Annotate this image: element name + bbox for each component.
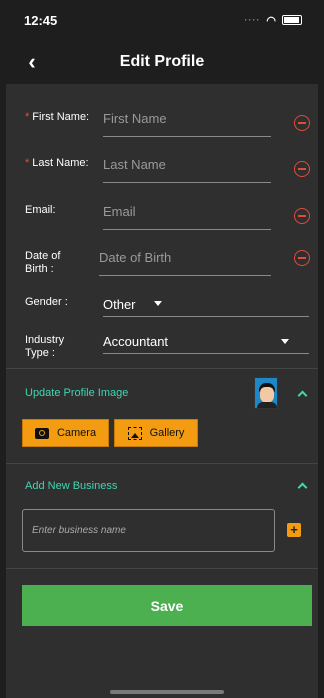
- back-button[interactable]: ‹: [18, 48, 46, 76]
- status-bar: 12:45 ···· ◠: [6, 0, 318, 40]
- status-time: 12:45: [24, 12, 58, 28]
- remove-first-name-icon[interactable]: [294, 115, 310, 131]
- chevron-down-icon: [154, 301, 162, 306]
- gallery-icon: [127, 426, 142, 440]
- divider: [6, 368, 318, 369]
- save-button[interactable]: Save: [22, 585, 312, 626]
- divider: [6, 463, 318, 464]
- battery-icon: [282, 15, 302, 25]
- camera-icon: [34, 427, 49, 439]
- page-title: Edit Profile: [119, 53, 205, 70]
- gender-label: Gender :: [25, 296, 68, 308]
- chevron-left-icon: ‹: [28, 49, 36, 74]
- divider: [6, 568, 318, 569]
- app-screen: 12:45 ···· ◠ ‹ Edit Profile * First Name:…: [0, 0, 324, 698]
- avatar: [254, 377, 278, 409]
- first-name-label: * First Name:: [25, 111, 90, 123]
- last-name-input[interactable]: Last Name: [103, 157, 271, 183]
- business-name-input[interactable]: Enter business name: [22, 509, 275, 552]
- add-business-icon[interactable]: +: [287, 523, 301, 537]
- email-input[interactable]: Email: [103, 204, 271, 230]
- last-name-label: * Last Name:: [25, 157, 89, 169]
- industry-select[interactable]: Accountant: [103, 334, 309, 354]
- gender-select[interactable]: Other: [103, 297, 309, 317]
- remove-email-icon[interactable]: [294, 208, 310, 224]
- remove-last-name-icon[interactable]: [294, 161, 310, 177]
- gallery-button[interactable]: Gallery: [114, 419, 198, 447]
- business-section-header[interactable]: Add New Business: [6, 468, 318, 504]
- remove-dob-icon[interactable]: [294, 250, 310, 266]
- home-indicator[interactable]: [110, 690, 224, 694]
- first-name-input[interactable]: First Name: [103, 111, 271, 137]
- required-mark: *: [25, 111, 30, 123]
- dob-input[interactable]: Date of Birth: [99, 250, 271, 276]
- status-icons: ···· ◠: [244, 14, 302, 27]
- camera-button[interactable]: Camera: [22, 419, 109, 447]
- wifi-icon: ◠: [266, 14, 276, 27]
- industry-label: Industry Type :: [25, 334, 65, 359]
- required-mark: *: [25, 157, 30, 169]
- nav-bar: ‹ Edit Profile: [6, 40, 318, 84]
- signal-icon: ····: [244, 15, 261, 25]
- email-label: Email:: [25, 204, 56, 216]
- dob-label: Date of Birth :: [25, 250, 61, 275]
- chevron-down-icon: [281, 339, 289, 344]
